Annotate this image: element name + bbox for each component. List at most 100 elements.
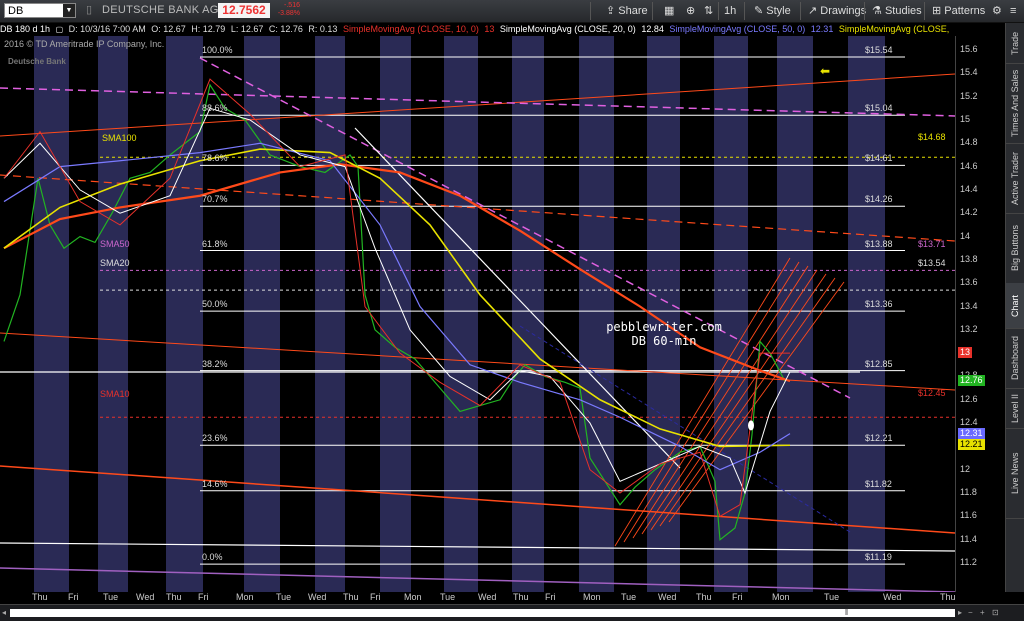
fib-price-label: $13.36 xyxy=(865,299,893,310)
scroll-left-icon[interactable]: ◂ xyxy=(2,608,6,617)
scroll-track[interactable] xyxy=(10,609,955,617)
day-stripe xyxy=(885,36,921,592)
price-tick-label: 11.6 xyxy=(960,510,977,521)
time-tick-label: Mon xyxy=(404,592,422,602)
fit-icon[interactable]: ⊡ xyxy=(992,608,999,617)
day-stripe xyxy=(166,36,203,592)
chart-scrollbar[interactable]: ◂ ⦀ ▸ − + ⊡ xyxy=(0,604,1024,621)
menu-button[interactable]: ≡ xyxy=(1010,4,1016,19)
sidebar-tab-trade[interactable]: Trade xyxy=(1006,23,1024,64)
price-axis[interactable]: 15.6 15.4 15.2 15 14.8 14.6 14.4 14.2 14 13.8 13.6… xyxy=(955,36,1006,592)
sma50-value: $13.71 xyxy=(918,239,946,249)
fib-percent-label: 38.2% xyxy=(202,358,228,369)
price-tick-label: 15.2 xyxy=(960,90,978,101)
time-tick-label: Thu xyxy=(166,592,182,602)
price-tick-label: 12 xyxy=(960,463,971,474)
sidebar-tab-level-ii[interactable]: Level II xyxy=(1006,388,1024,429)
compare-icon: ⇅ xyxy=(704,5,714,17)
day-stripe xyxy=(478,36,512,592)
patterns-icon: ⊞ xyxy=(932,5,942,17)
change-percent: -3.88% xyxy=(277,10,300,17)
day-stripe xyxy=(848,36,885,592)
price-tick-label: 12.4 xyxy=(960,417,978,428)
day-stripe xyxy=(203,36,244,592)
zoom-in-icon[interactable]: + xyxy=(980,608,985,617)
watermark: pebblewriter.com DB 60-min xyxy=(600,320,728,348)
time-tick-label: Wed xyxy=(308,592,327,602)
sma20-label: SMA20 xyxy=(100,258,130,268)
price-chart[interactable]: 2016 © TD Ameritrade IP Company, Inc. De… xyxy=(0,36,955,592)
price-tag: 12.21 xyxy=(958,439,985,451)
sidebar-tab-chart[interactable]: Chart xyxy=(1006,283,1024,329)
watermark-caption: DB 60-min xyxy=(631,334,697,348)
studies-label: Studies xyxy=(884,5,922,17)
compare-button[interactable]: ⇅ xyxy=(704,4,713,19)
zoom-out-icon[interactable]: − xyxy=(968,608,973,617)
fib-percent-label: 61.8% xyxy=(202,238,228,249)
day-stripe xyxy=(544,36,579,592)
grid-button[interactable]: ▦ xyxy=(664,4,674,19)
time-tick-label: Tue xyxy=(440,592,456,602)
style-button[interactable]: ✎ Style xyxy=(754,4,791,19)
price-tick-label: 15.6 xyxy=(960,44,978,54)
info-icon[interactable]: ▯ xyxy=(86,3,92,16)
day-stripe xyxy=(714,36,748,592)
price-tag: 13 xyxy=(958,347,973,359)
day-stripe xyxy=(98,36,128,592)
sidebar-tab-active-trader[interactable]: Active Trader xyxy=(1006,143,1024,214)
time-tick-label: Thu xyxy=(32,592,48,602)
symbol-input[interactable]: DB ▼ xyxy=(4,3,76,18)
time-tick-label: Mon xyxy=(772,592,790,602)
drawings-button[interactable]: ↗ Drawings xyxy=(808,4,866,19)
fib-price-label: $14.26 xyxy=(865,194,893,205)
sma50-label: SMA50 xyxy=(100,239,130,249)
last-price: 12.7562 xyxy=(218,3,270,18)
studies-icon: ⚗ xyxy=(872,5,882,17)
drawings-icon: ↗ xyxy=(808,5,818,17)
time-tick-label: Fri xyxy=(68,592,79,602)
fib-percent-label: 50.0% xyxy=(202,299,228,310)
change-value: -.516 xyxy=(284,2,300,9)
share-button[interactable]: ⇪ Share xyxy=(606,4,648,19)
time-tick-label: Mon xyxy=(236,592,254,602)
time-tick-label: Wed xyxy=(478,592,497,602)
share-label: Share xyxy=(618,5,648,17)
price-tick-label: 13.8 xyxy=(960,253,978,264)
day-stripe xyxy=(69,36,98,592)
day-stripe xyxy=(444,36,478,592)
settings-button[interactable]: ⚙ xyxy=(992,4,1002,19)
price-tick-label: 14 xyxy=(960,230,971,241)
day-stripe xyxy=(128,36,166,592)
time-axis[interactable]: Thu Fri Tue Wed Thu Fri Mon Tue Wed Thu Fri Mon Tue W… xyxy=(0,592,1005,604)
style-icon: ✎ xyxy=(754,5,764,17)
fib-price-label: $12.21 xyxy=(865,433,893,444)
drawings-label: Drawings xyxy=(820,5,867,17)
patterns-button[interactable]: ⊞ Patterns xyxy=(932,4,985,19)
sidebar-tab-dashboard[interactable]: Dashboard xyxy=(1006,328,1024,389)
sidebar-tab-live-news[interactable]: Live News xyxy=(1006,428,1024,519)
symbol-dropdown-icon[interactable]: ▼ xyxy=(63,4,75,17)
status-sma100: SimpleMovingAvg (CLOSE, xyxy=(838,24,950,34)
scroll-right-icon[interactable]: ▸ xyxy=(958,608,962,617)
scroll-thumb-grip-icon[interactable]: ⦀ xyxy=(845,608,849,618)
copyright: 2016 © TD Ameritrade IP Company, Inc. xyxy=(4,39,165,49)
status-sma10-val: 13 xyxy=(484,24,495,34)
status-symbol: DB 180 d 1h xyxy=(0,24,51,34)
studies-button[interactable]: ⚗ Studies xyxy=(872,4,922,19)
company-logo: Deutsche Bank xyxy=(8,57,66,66)
chart-canvas[interactable] xyxy=(0,36,955,592)
price-tick-label: 14.4 xyxy=(960,183,978,194)
day-stripe xyxy=(0,36,34,592)
price-tick-label: 11.4 xyxy=(960,533,977,544)
status-close: C: 12.76 xyxy=(268,24,303,34)
time-tick-label: Wed xyxy=(658,592,677,602)
zoom-button[interactable]: ⊕ xyxy=(686,4,695,19)
price-tick-label: 13.2 xyxy=(960,323,978,334)
fib-percent-label: 14.6% xyxy=(202,478,228,489)
price-tag: 12.31 xyxy=(958,427,985,439)
sidebar-tab-times-and-sales[interactable]: Times And Sales xyxy=(1006,63,1024,144)
interval-button[interactable]: 1h xyxy=(724,4,736,19)
price-tick-label: 15.4 xyxy=(960,67,978,78)
status-range: R: 0.13 xyxy=(308,24,338,34)
sidebar-tab-big-buttons[interactable]: Big Buttons xyxy=(1006,213,1024,284)
